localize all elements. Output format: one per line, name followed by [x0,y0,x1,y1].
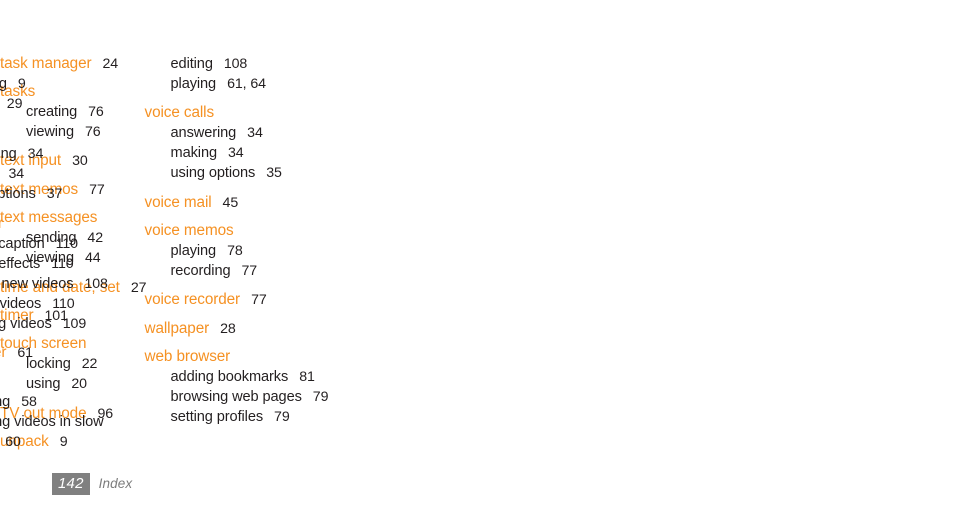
index-entry-label: wallpaper [144,320,210,337]
index-entry-page-number: 78 [227,243,243,259]
index-entry: wallpaper 28 [145,321,236,336]
index-subentry: making new videos 108 [0,277,108,292]
index-entry-label: using options [0,186,36,202]
index-entry-page-number: 61 [17,345,33,361]
index-entry-page-number: 37 [46,186,63,202]
index-page: task manager 24 tasks creating 76 viewing 76 te… [0,0,954,518]
index-subentry: spliting videos 110 [0,297,75,312]
index-subentry: capturing 58 [0,395,37,410]
index-entry-label: editing [170,56,213,72]
index-entry-label: trimming videos [0,316,52,332]
index-entry-label: video editor [0,215,3,232]
index-entry-label: playing [170,76,217,92]
index-subentry: adding effects 110 [0,257,74,272]
index-subentry: playing 78 [171,244,243,259]
index-entry-page-number: 60 [5,434,21,450]
index-entry-label: voice mail [144,194,212,211]
index-entry: voice mail 45 [145,195,239,210]
index-subentry: playing 61, 64 [170,76,267,92]
index-entry-label: voice recorder [144,291,241,308]
page-number-badge: 142 [52,473,90,495]
index-entry-page-number: 108 [223,56,248,72]
index-entry-label: playing [170,243,217,259]
index-column-3-entries: editing 108 playing 61, 64 voice calls answer… [145,44,954,444]
index-entry-page-number: 110 [55,236,78,252]
index-entry: video player 61 [0,345,33,360]
index-subentry: browsing web pages 79 [171,390,329,405]
index-subentry: using options 37 [0,187,62,202]
index-entry-page-number: 45 [222,195,239,211]
index-entry-label: browsing web pages [170,389,302,405]
index-entry-label: adding caption [0,236,45,252]
index-entry-label: web browser [144,348,231,365]
index-entry-label: capturing [0,394,11,410]
index-entry-page-number: 110 [51,256,74,272]
index-columns: task manager 24 tasks creating 76 viewing 76 te… [0,44,954,449]
index-entry-label: recording [170,263,231,279]
index-entry-page-number: 81 [299,369,315,385]
index-entry-page-number: 77 [251,292,267,308]
index-entry-page-number: 110 [52,296,75,312]
index-subentry: locking29 [0,96,23,112]
index-entry-label: spliting videos [0,296,42,312]
index-entry-label: making [170,145,218,161]
index-entry: video editor [0,216,3,231]
index-entry-page-number: 77 [241,263,258,279]
footer-section-label: Index [98,476,133,492]
index-entry: web browser [145,349,231,364]
index-entry-page-number: 79 [274,409,290,425]
index-entry-page-number: 34 [8,166,25,182]
index-entry: voice memos [145,223,234,238]
index-entry-label: voice memos [144,222,234,239]
index-subentry: making 34 [171,146,244,161]
index-entry-label: adding effects [0,256,41,272]
index-entry-label: voice calls [144,104,215,121]
index-entry-label: answering [0,146,17,162]
index-subentry: adding bookmarks 81 [171,370,315,385]
index-subentry: answering 34 [0,147,43,162]
index-entry-page-number: 61, 64 [227,76,266,92]
index-entry-label: adding bookmarks [170,369,289,385]
index-entry-label: video player [0,344,7,361]
index-subentry: recording 77 [171,264,258,279]
index-entry-label: answering [170,125,237,141]
index-entry-page-number: 35 [266,165,282,181]
index-entry-page-number: 34 [227,145,244,161]
index-subentry: making34 [0,166,25,182]
index-entry-page-number: 29 [6,96,23,112]
index-entry-label: capturing videos in slow [0,414,104,430]
index-subentry: trimming videos 109 [0,317,86,332]
index-subentry: editing 108 [171,57,248,72]
index-entry-page-number: 34 [247,125,263,141]
index-entry-page-number: 9 [17,76,26,92]
index-column-3: editing 108 playing 61, 64 voice calls answer… [145,44,954,444]
index-entry-label: setting profiles [170,409,264,425]
index-entry-page-number: 108 [84,276,108,292]
index-subentry: setting profiles 79 [171,410,290,425]
index-subentry: adding caption 110 [0,237,78,252]
index-entry-page-number: 79 [312,389,329,405]
index-entry-label: making new videos [0,276,74,292]
index-entry-page-number: 34 [27,146,44,162]
index-entry-label: installing [0,76,7,92]
index-entry-page-number: 28 [220,321,236,337]
index-entry: voice recorder 77 [145,292,267,307]
index-entry-page-number: 58 [21,394,37,410]
index-subentry: using options 35 [171,166,282,181]
index-entry: voice calls [144,104,215,121]
index-subentry: answering 34 [171,126,263,141]
index-subentry: installing 9 [0,77,26,92]
index-entry-page-number: 109 [62,316,87,332]
page-footer: 142 Index [52,473,132,495]
index-subentry: capturing videos in slow [0,415,104,430]
index-subentry: motion60 [0,435,21,450]
index-entry-label: using options [170,165,256,181]
